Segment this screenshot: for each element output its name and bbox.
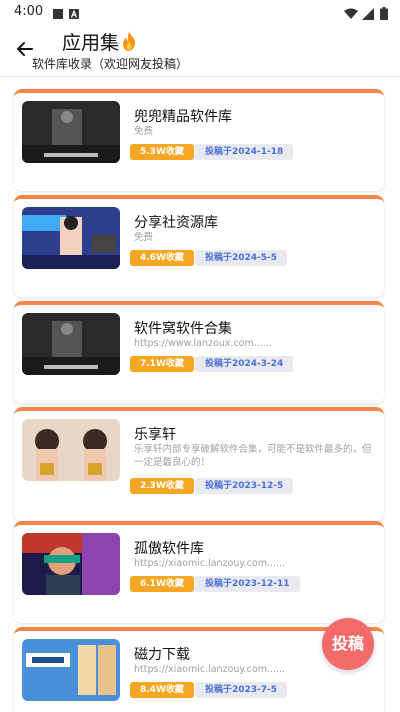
list-item[interactable]: 孤傲软件库 https://xiaomic.lanzouy.com...... … bbox=[14, 521, 384, 623]
date-badge: 投稿于2023-12-5 bbox=[195, 478, 294, 494]
item-desc: https://www.lanzoux.com...... bbox=[134, 338, 272, 349]
favorites-badge: 6.1W收藏 bbox=[130, 576, 194, 592]
status-time: 4:00 bbox=[14, 4, 44, 19]
status-a-icon bbox=[68, 5, 80, 24]
page-title-text: 应用集 bbox=[62, 32, 120, 54]
item-title: 分享社资源库 bbox=[134, 215, 218, 231]
date-badge: 投稿于2024-1-18 bbox=[195, 144, 294, 160]
item-title: 兜兜精品软件库 bbox=[134, 109, 232, 125]
list-item[interactable]: 兜兜精品软件库 免费 5.3W收藏 投稿于2024-1-18 bbox=[14, 89, 384, 191]
app-thumbnail bbox=[22, 101, 120, 163]
app-bar: 应用集 软件库收录（欢迎网友投稿） bbox=[0, 24, 400, 76]
page-title: 应用集 bbox=[62, 28, 138, 56]
app-thumbnail bbox=[22, 533, 120, 595]
item-title: 孤傲软件库 bbox=[134, 541, 204, 557]
date-badge: 投稿于2023-12-11 bbox=[195, 576, 300, 592]
app-thumbnail bbox=[22, 313, 120, 375]
app-thumbnail bbox=[22, 207, 120, 269]
list-item[interactable]: 分享社资源库 免费 4.6W收藏 投稿于2024-5-5 bbox=[14, 195, 384, 297]
page-subtitle: 软件库收录（欢迎网友投稿） bbox=[32, 57, 189, 71]
list-item[interactable]: 软件窝软件合集 https://www.lanzoux.com...... 7.… bbox=[14, 301, 384, 403]
item-title: 乐享轩 bbox=[134, 427, 176, 443]
item-desc: 免费 bbox=[134, 232, 154, 243]
item-desc: 免费 bbox=[134, 126, 154, 137]
date-badge: 投稿于2023-7-5 bbox=[195, 682, 288, 698]
signal-icon bbox=[362, 5, 374, 24]
favorites-badge: 2.3W收藏 bbox=[130, 478, 194, 494]
item-desc: https://xiaomic.lanzouy.com...... bbox=[134, 558, 286, 569]
app-thumbnail bbox=[22, 419, 120, 481]
date-badge: 投稿于2024-5-5 bbox=[195, 250, 288, 266]
list-item[interactable]: 乐享轩 乐享轩内部专享破解软件合集，可能不是软件最多的，但一定是最良心的！ 2.… bbox=[14, 407, 384, 521]
favorites-badge: 5.3W收藏 bbox=[130, 144, 194, 160]
app-thumbnail bbox=[22, 639, 120, 701]
favorites-badge: 4.6W收藏 bbox=[130, 250, 194, 266]
item-title: 软件窝软件合集 bbox=[134, 321, 232, 337]
submit-fab[interactable]: 投稿 bbox=[322, 618, 374, 670]
favorites-badge: 8.4W收藏 bbox=[130, 682, 194, 698]
status-square-icon bbox=[52, 5, 64, 24]
status-bar: 4:00 bbox=[0, 0, 400, 24]
date-badge: 投稿于2024-3-24 bbox=[195, 356, 294, 372]
favorites-badge: 7.1W收藏 bbox=[130, 356, 194, 372]
fire-icon bbox=[120, 31, 138, 56]
app-list[interactable]: 兜兜精品软件库 免费 5.3W收藏 投稿于2024-1-18 分享社资源库 免费… bbox=[0, 77, 400, 712]
item-desc: 乐享轩内部专享破解软件合集，可能不是软件最多的，但一定是最良心的！ bbox=[134, 444, 372, 468]
wifi-icon bbox=[344, 5, 358, 24]
battery-icon bbox=[380, 5, 388, 24]
item-title: 磁力下载 bbox=[134, 647, 190, 663]
